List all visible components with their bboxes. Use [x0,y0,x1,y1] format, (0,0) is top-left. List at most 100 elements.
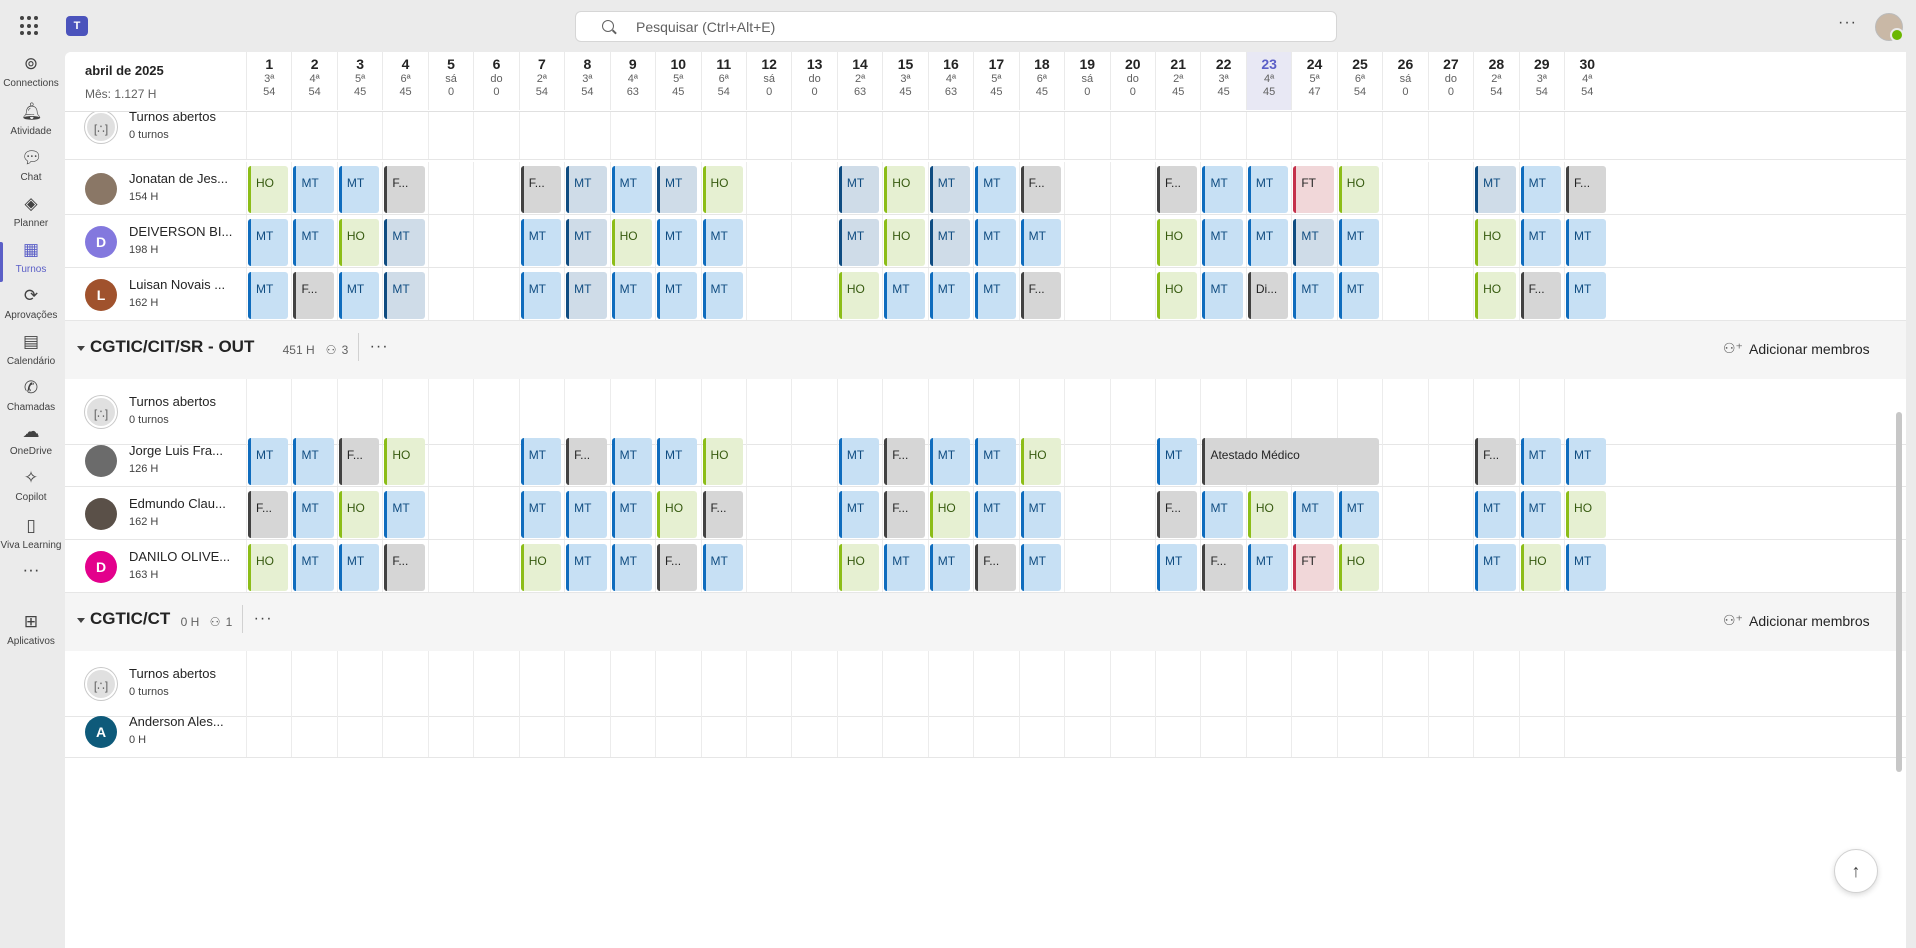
shift-block[interactable]: MT [1202,491,1243,538]
day-header[interactable]: 1 3ª 54 [246,52,291,110]
shift-block[interactable]: HO [838,272,880,319]
day-cell[interactable] [745,540,791,592]
day-cell[interactable] [427,268,473,320]
shift-block[interactable]: F... [884,438,925,485]
group-title[interactable]: CGTIC/CT [90,609,170,629]
day-cell[interactable] [791,215,836,267]
member-info[interactable]: Edmundo Clau... 162 H [85,487,245,540]
shift-block[interactable]: MT [929,272,971,319]
day-cell[interactable] [473,434,518,486]
day-cell[interactable] [427,487,473,539]
day-header[interactable]: 20 do 0 [1109,52,1155,110]
shift-block[interactable]: MT [611,272,653,319]
rail-item-connections[interactable]: ⊚ Connections [0,54,62,106]
day-cell[interactable] [836,705,882,757]
shift-block[interactable]: MT [611,166,653,213]
vertical-scrollbar[interactable] [1896,412,1902,772]
day-header[interactable]: 27 do 0 [1427,52,1473,110]
shift-block[interactable]: HO [338,491,380,538]
member-info[interactable]: L Luisan Novais ... 162 H [85,268,245,321]
day-cell[interactable] [1109,162,1155,214]
shift-block[interactable]: MT [929,438,971,485]
day-cell[interactable] [745,162,791,214]
shift-block[interactable]: F... [1020,272,1062,319]
shift-block[interactable]: MT [657,219,698,266]
shift-block[interactable]: MT [1520,491,1562,538]
shift-block[interactable]: MT [702,272,743,319]
shift-block[interactable]: F... [1520,272,1562,319]
shift-block[interactable]: MT [975,166,1016,213]
rail-item-aplicativos[interactable]: ⊞ Aplicativos [0,612,62,664]
shift-block[interactable]: MT [1338,272,1380,319]
member-info[interactable]: A Anderson Ales... 0 H [85,705,245,758]
shift-block[interactable]: HO [1020,438,1062,485]
shift-block[interactable]: HO [1338,544,1380,591]
shift-block[interactable]: MT [657,166,698,213]
search-box[interactable]: Pesquisar (Ctrl+Alt+E) [575,11,1337,42]
day-header[interactable]: 17 5ª 45 [973,52,1018,110]
shift-block[interactable]: MT [702,219,743,266]
shift-block[interactable]: HO [1566,491,1607,538]
day-cell[interactable] [609,705,655,757]
shift-block[interactable]: F... [884,491,925,538]
shift-block[interactable]: MT [1338,219,1380,266]
shift-block[interactable]: MT [520,219,562,266]
shift-block[interactable]: MT [1520,438,1562,485]
shift-block[interactable]: MT [838,166,880,213]
day-cell[interactable] [1382,434,1427,486]
user-avatar[interactable] [1875,13,1904,42]
rail-item-calendário[interactable]: ▤ Calendário [0,332,62,384]
group-more-icon[interactable]: ··· [254,610,273,628]
shift-block[interactable]: F... [384,544,425,591]
shift-block[interactable]: MT [1475,166,1516,213]
rail-item-atividade[interactable]: 🔔︎ Atividade [0,102,62,154]
day-cell[interactable] [1291,705,1336,757]
shift-block[interactable]: MT [384,491,425,538]
day-cell[interactable] [382,705,427,757]
day-cell[interactable] [1109,215,1155,267]
day-cell[interactable] [1427,162,1473,214]
shift-block[interactable]: Atestado Médico [1202,438,1380,485]
day-cell[interactable] [473,162,518,214]
shift-block[interactable]: MT [384,219,425,266]
shift-block[interactable]: MT [566,166,607,213]
day-header[interactable]: 15 3ª 45 [882,52,927,110]
day-cell[interactable] [427,434,473,486]
day-cell[interactable] [700,705,746,757]
shift-block[interactable]: MT [838,438,880,485]
shift-block[interactable]: MT [975,219,1016,266]
shift-block[interactable]: HO [884,166,925,213]
rail-item-more[interactable]: ··· [0,560,62,612]
day-header[interactable]: 14 2ª 63 [836,52,882,110]
shift-block[interactable]: F... [384,166,425,213]
shift-block[interactable]: MT [520,438,562,485]
shift-block[interactable]: HO [384,438,425,485]
shift-block[interactable]: HO [1475,219,1516,266]
day-header[interactable]: 4 6ª 45 [382,52,427,110]
shift-block[interactable]: MT [975,272,1016,319]
day-cell[interactable] [1427,705,1473,757]
day-cell[interactable] [1064,487,1109,539]
add-members-button[interactable]: Adicionar membros [1749,341,1870,357]
day-cell[interactable] [473,268,518,320]
member-info[interactable]: Jorge Luis Fra... 126 H [85,434,245,487]
shift-block[interactable]: HO [1338,166,1380,213]
day-cell[interactable] [1109,487,1155,539]
rail-item-copilot[interactable]: ✧ Copilot [0,468,62,520]
shift-block[interactable]: MT [975,438,1016,485]
shift-block[interactable]: HO [248,166,289,213]
shift-block[interactable]: MT [884,272,925,319]
shift-block[interactable]: F... [1157,166,1198,213]
day-cell[interactable] [473,705,518,757]
shift-block[interactable]: MT [293,491,334,538]
rail-item-turnos[interactable]: ▦ Turnos [0,240,62,292]
shift-block[interactable]: MT [1247,544,1289,591]
day-cell[interactable] [1382,487,1427,539]
day-cell[interactable] [1064,705,1109,757]
day-cell[interactable] [1382,215,1427,267]
shift-block[interactable]: MT [293,219,334,266]
day-cell[interactable] [745,705,791,757]
day-cell[interactable] [1427,540,1473,592]
shift-block[interactable]: HO [1157,272,1198,319]
shift-block[interactable]: MT [1475,544,1516,591]
